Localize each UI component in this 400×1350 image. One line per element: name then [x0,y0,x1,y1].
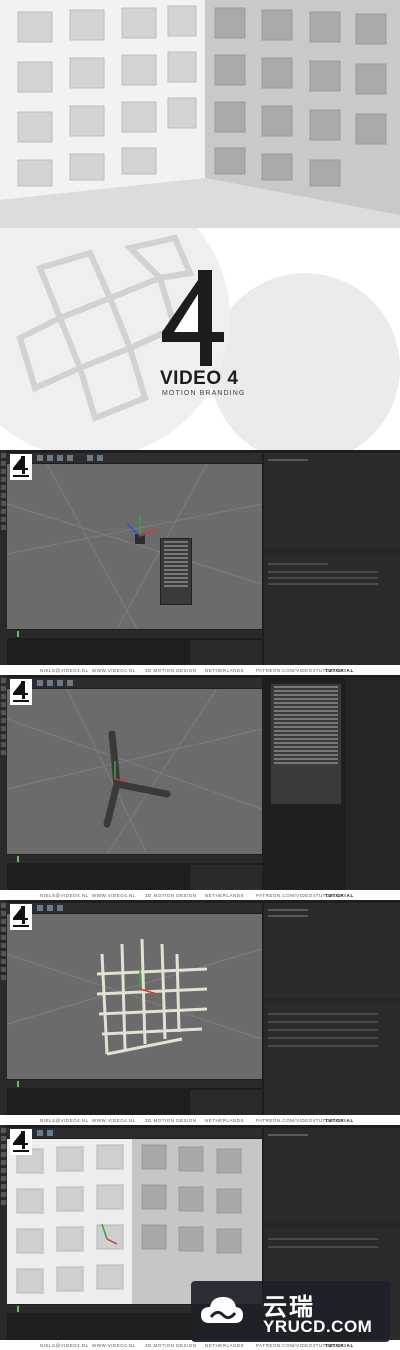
right-panels [264,453,400,665]
footer-site: WWW.VIDEO4.NL [92,1343,136,1348]
toolbar-button[interactable] [97,455,103,461]
footer-tag: TUTORIAL [325,1343,355,1348]
timeline[interactable] [7,630,262,638]
footer-country: NETHERLANDS [205,668,245,673]
object-manager[interactable] [264,453,400,548]
toolbar-button[interactable] [57,905,63,911]
playhead[interactable] [17,1306,19,1312]
right-panels [264,903,400,1115]
tutorial-footer: NIELS@VIDEO4.NL WWW.VIDEO4.NL 3D MOTION … [0,890,400,900]
footer-email: NIELS@VIDEO4.NL [40,1343,89,1348]
toolbar-button[interactable] [87,455,93,461]
footer-email: NIELS@VIDEO4.NL [40,893,89,898]
footer-site: WWW.VIDEO4.NL [92,668,136,673]
toolbar-button[interactable] [37,1130,43,1136]
footer-country: NETHERLANDS [205,1343,245,1348]
cinema4d-screenshot-1: NIELS@VIDEO4.NL WWW.VIDEO4.NL 3D MOTION … [0,450,400,675]
toolbar-button[interactable] [37,455,43,461]
3d-viewport[interactable] [7,1139,262,1304]
brand-title: VIDEO 4 [160,368,239,389]
create-menu[interactable] [270,683,342,805]
footer-tag: TUTORIAL [325,668,355,673]
coordinates-panel [190,865,262,890]
cinema4d-screenshot-3: NIELS@VIDEO4.NL WWW.VIDEO4.NL 3D MOTION … [0,900,400,1125]
3d-viewport[interactable] [7,914,262,1079]
brand-subtitle: MOTION BRANDING [162,390,246,397]
coordinates-panel [190,640,262,665]
toolbar-button[interactable] [47,905,53,911]
toolbar-button[interactable] [67,455,73,461]
footer-tag: TUTORIAL [325,1118,355,1123]
top-toolbar [7,453,262,463]
video4-badge [10,904,32,930]
top-toolbar [7,678,262,688]
toolbar-button[interactable] [47,455,53,461]
footer-service: 3D MOTION DESIGN [145,668,197,673]
attribute-manager[interactable] [264,553,400,665]
toolbar-button[interactable] [47,1130,53,1136]
playhead[interactable] [17,1081,19,1087]
footer-service: 3D MOTION DESIGN [145,1118,197,1123]
footer-email: NIELS@VIDEO4.NL [40,668,89,673]
coordinates-panel [190,1090,262,1115]
3d-viewport[interactable] [7,689,262,854]
watermark-en: YRUCD.COM [263,1317,373,1336]
tutorial-footer: NIELS@VIDEO4.NL WWW.VIDEO4.NL 3D MOTION … [0,1115,400,1125]
object-manager[interactable] [264,1128,400,1223]
timeline[interactable] [7,855,262,863]
left-toolbar [0,900,7,1115]
toolbar-button[interactable] [37,905,43,911]
footer-country: NETHERLANDS [205,1118,245,1123]
footer-site: WWW.VIDEO4.NL [92,893,136,898]
toolbar-button[interactable] [57,455,63,461]
cinema4d-screenshot-2: NIELS@VIDEO4.NL WWW.VIDEO4.NL 3D MOTION … [0,675,400,900]
left-toolbar [0,1125,7,1340]
watermark-badge: 云瑞 YRUCD.COM [191,1281,390,1342]
playhead[interactable] [17,631,19,637]
footer-site: WWW.VIDEO4.NL [92,1118,136,1123]
toolbar-button[interactable] [57,680,63,686]
hero-render-image [0,0,400,228]
timeline[interactable] [7,1080,262,1088]
footer-service: 3D MOTION DESIGN [145,1343,197,1348]
left-toolbar [0,675,7,890]
video4-badge [10,1129,32,1155]
top-toolbar [7,1128,262,1138]
right-panels [345,678,400,890]
footer-service: 3D MOTION DESIGN [145,893,197,898]
cloud-icon [201,1297,243,1323]
video4-badge [10,454,32,480]
tutorial-footer: NIELS@VIDEO4.NL WWW.VIDEO4.NL 3D MOTION … [0,665,400,675]
object-manager[interactable] [264,903,400,998]
brand-logo-numeral [160,270,230,370]
playhead[interactable] [17,856,19,862]
context-menu[interactable] [160,538,192,605]
footer-email: NIELS@VIDEO4.NL [40,1118,89,1123]
footer-country: NETHERLANDS [205,893,245,898]
top-toolbar [7,903,262,913]
toolbar-button[interactable] [47,680,53,686]
toolbar-button[interactable] [67,680,73,686]
3d-viewport[interactable] [7,464,262,629]
toolbar-button[interactable] [37,680,43,686]
left-toolbar [0,450,7,665]
video4-badge [10,679,32,705]
footer-tag: TUTORIAL [325,893,355,898]
attribute-manager[interactable] [264,1003,400,1115]
